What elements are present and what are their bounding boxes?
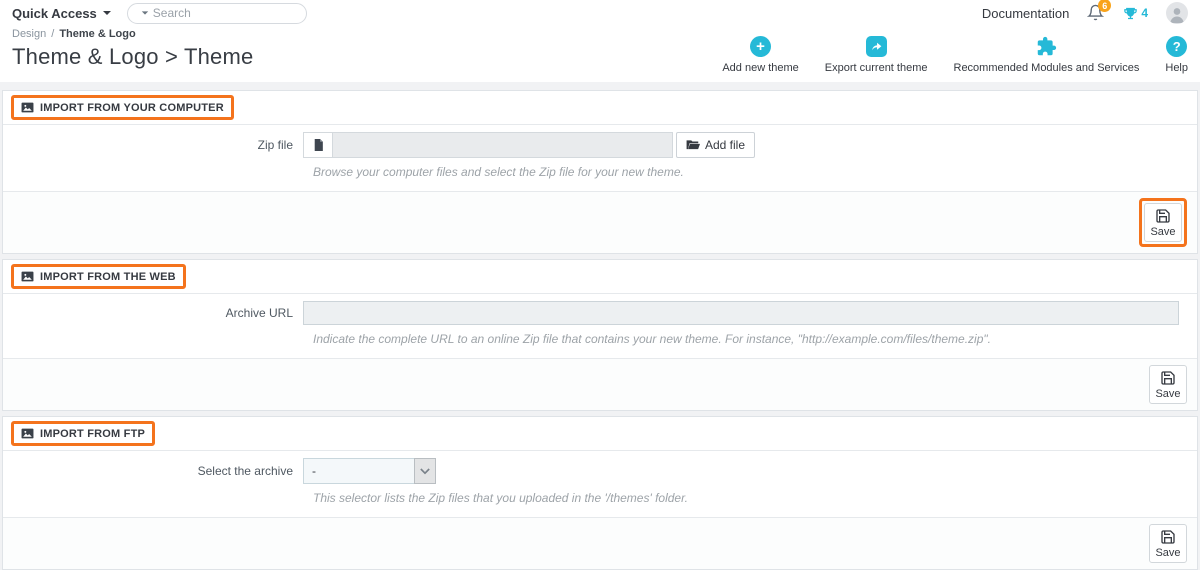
panel-import-ftp-body: Select the archive - This selector lists… (3, 451, 1197, 517)
panel-import-web-body: Archive URL Indicate the complete URL to… (3, 294, 1197, 358)
panel-import-web-footer: Save (3, 358, 1197, 410)
chevron-down-icon (102, 11, 111, 15)
save-icon (1161, 371, 1175, 385)
panel-import-web: IMPORT FROM THE WEB Archive URL Indicate… (2, 259, 1198, 411)
theme-import-page: Quick Access Documentation 6 4 Desi (0, 0, 1200, 570)
zip-file-label: Zip file (257, 138, 293, 152)
panel-import-web-header: IMPORT FROM THE WEB (3, 260, 1197, 294)
save-icon (1156, 209, 1170, 223)
folder-open-icon (686, 140, 700, 150)
achievements-button[interactable]: 4 (1123, 6, 1148, 21)
save-button[interactable]: Save (1149, 365, 1187, 404)
person-icon (1170, 8, 1184, 24)
save-label: Save (1155, 547, 1181, 559)
help-button[interactable]: ? Help (1165, 36, 1188, 74)
add-file-label: Add file (705, 138, 746, 152)
breadcrumb-separator: / (51, 28, 55, 40)
save-label: Save (1150, 226, 1176, 238)
highlight-box: Save (1139, 198, 1187, 247)
zip-file-help: Browse your computer files and select th… (313, 165, 684, 179)
panel-title: IMPORT FROM YOUR COMPUTER (40, 101, 224, 114)
panel-import-ftp: IMPORT FROM FTP Select the archive - Thi… (2, 416, 1198, 570)
select-archive-label: Select the archive (197, 464, 293, 478)
save-button[interactable]: Save (1144, 203, 1182, 242)
panel-import-ftp-footer: Save (3, 517, 1197, 569)
documentation-link[interactable]: Documentation (982, 6, 1069, 21)
save-label: Save (1155, 388, 1181, 400)
avatar[interactable] (1166, 2, 1188, 24)
add-file-button[interactable]: Add file (676, 132, 756, 158)
top-bar: Quick Access Documentation 6 4 (0, 0, 1200, 26)
panel-title: IMPORT FROM THE WEB (40, 270, 176, 283)
save-icon (1161, 530, 1175, 544)
highlight-box: IMPORT FROM YOUR COMPUTER (11, 95, 234, 120)
recommended-modules-button[interactable]: Recommended Modules and Services (953, 36, 1140, 74)
trophy-icon (1124, 7, 1138, 19)
trophy-count: 4 (1141, 6, 1148, 20)
picture-icon (21, 102, 34, 113)
export-current-theme-button[interactable]: Export current theme (825, 36, 928, 74)
export-current-theme-label: Export current theme (824, 62, 928, 74)
add-new-theme-label: Add new theme (722, 62, 799, 74)
global-search[interactable] (126, 2, 308, 24)
notification-badge: 6 (1098, 0, 1112, 12)
file-icon (303, 132, 333, 158)
chevron-down-icon (414, 458, 436, 484)
add-new-theme-button[interactable]: + Add new theme (722, 36, 799, 74)
question-circle-icon: ? (1166, 36, 1188, 57)
breadcrumb-current: Theme & Logo (59, 28, 136, 40)
archive-select[interactable]: - (303, 458, 436, 484)
notifications-button[interactable]: 6 (1087, 0, 1112, 22)
panel-import-computer-footer: Save (3, 191, 1197, 253)
save-button[interactable]: Save (1149, 524, 1187, 563)
plus-circle-icon: + (750, 36, 772, 57)
export-arrow-icon (865, 36, 887, 57)
picture-icon (21, 428, 34, 439)
recommended-modules-label: Recommended Modules and Services (953, 62, 1140, 74)
highlight-box: IMPORT FROM THE WEB (11, 264, 186, 289)
select-archive-help: This selector lists the Zip files that y… (313, 491, 688, 505)
panel-import-ftp-header: IMPORT FROM FTP (3, 417, 1197, 451)
archive-select-value: - (303, 458, 414, 484)
panel-import-computer-body: Zip file Add file Browse your computer f… (3, 125, 1197, 191)
panel-import-computer: IMPORT FROM YOUR COMPUTER Zip file Add f… (2, 90, 1198, 254)
help-label: Help (1165, 62, 1188, 74)
header-toolbar: + Add new theme Export current theme Rec… (722, 36, 1188, 74)
archive-url-help: Indicate the complete URL to an online Z… (313, 332, 991, 346)
quick-access-label: Quick Access (12, 5, 97, 21)
zip-file-input[interactable] (333, 132, 673, 158)
topbar-right: Documentation 6 4 (982, 0, 1188, 24)
search-input[interactable] (152, 6, 308, 20)
archive-url-label: Archive URL (225, 306, 293, 320)
search-scope-chevron-icon[interactable] (141, 11, 148, 15)
picture-icon (21, 271, 34, 282)
panel-import-computer-header: IMPORT FROM YOUR COMPUTER (3, 91, 1197, 125)
archive-url-input[interactable] (303, 301, 1179, 325)
puzzle-icon (1037, 36, 1057, 56)
quick-access-menu[interactable]: Quick Access (12, 6, 111, 21)
breadcrumb-parent[interactable]: Design (12, 28, 46, 40)
page-header: Design / Theme & Logo Theme & Logo > The… (0, 26, 1200, 82)
zip-file-input-group (303, 132, 673, 158)
highlight-box: IMPORT FROM FTP (11, 421, 156, 446)
panel-title: IMPORT FROM FTP (40, 427, 146, 440)
main-content: IMPORT FROM YOUR COMPUTER Zip file Add f… (0, 82, 1200, 570)
